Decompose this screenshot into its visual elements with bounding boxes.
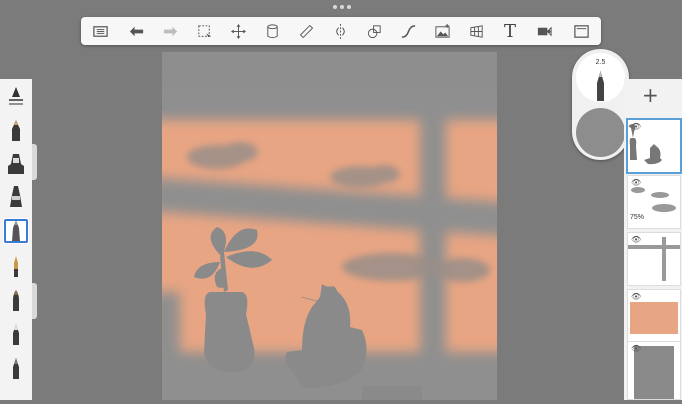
undo-icon[interactable] [119,17,153,45]
brush-palette-handle-top[interactable] [32,144,37,180]
symmetry-icon[interactable] [323,17,357,45]
main-toolbar: T [81,17,601,45]
brush-settings-icon[interactable] [0,81,32,111]
redo-icon[interactable] [153,17,187,45]
brush-marker-icon[interactable] [0,181,32,211]
layers-list-icon[interactable] [81,17,119,45]
image-icon[interactable] [425,17,459,45]
brush-pen-icon[interactable] [0,353,32,383]
brush-size-dial[interactable]: 2.5 [576,53,625,102]
brush-palette [0,79,32,400]
curve-icon[interactable] [391,17,425,45]
brush-paintbrush-icon[interactable] [0,251,32,281]
layer-thumbnail-window-frame[interactable]: 👁 [627,232,681,286]
add-layer-button[interactable]: + [642,85,659,105]
transform-icon[interactable] [221,17,255,45]
eye-icon[interactable]: 👁 [631,178,641,187]
brush-chisel-icon[interactable] [0,319,32,349]
current-brush-icon [597,71,604,101]
brush-size-value: 2.5 [595,59,606,66]
eye-icon[interactable]: 👁 [631,122,641,131]
layer-opacity-label: 75% [630,214,645,221]
brush-puck[interactable]: 2.5 [572,49,629,160]
drawing-canvas[interactable] [162,52,497,400]
ruler-icon[interactable] [289,17,323,45]
eye-icon[interactable]: 👁 [631,292,641,301]
perspective-icon[interactable] [459,17,493,45]
fullscreen-icon[interactable] [561,17,601,45]
layer-thumbnail-background-orange[interactable]: 👁 [627,289,681,343]
video-icon[interactable] [527,17,561,45]
text-icon[interactable]: T [493,17,527,45]
color-swatch[interactable] [576,108,625,157]
layer-thumbnail-cat-vase[interactable]: 👁 [626,118,682,174]
shapes-icon[interactable] [357,17,391,45]
brush-airbrush-icon[interactable] [3,218,29,244]
layer-thumbnail-clouds[interactable]: 👁 75% [627,175,681,229]
layer-thumbnail-background-gray[interactable]: 👁 [627,341,681,400]
artwork-illustration [162,52,497,400]
brush-inkpen-icon[interactable] [0,148,32,178]
eye-icon[interactable]: 👁 [631,344,641,353]
layers-panel: + 👁 👁 75% 👁 👁 👁 [624,79,682,400]
selection-icon[interactable] [187,17,221,45]
toolbar-drag-handle[interactable] [333,5,351,9]
brush-palette-handle-bottom[interactable] [32,283,37,319]
brush-brush-icon[interactable] [0,285,32,315]
fill-icon[interactable] [255,17,289,45]
brush-pencil-icon[interactable] [0,115,32,145]
eye-icon[interactable]: 👁 [631,235,641,244]
